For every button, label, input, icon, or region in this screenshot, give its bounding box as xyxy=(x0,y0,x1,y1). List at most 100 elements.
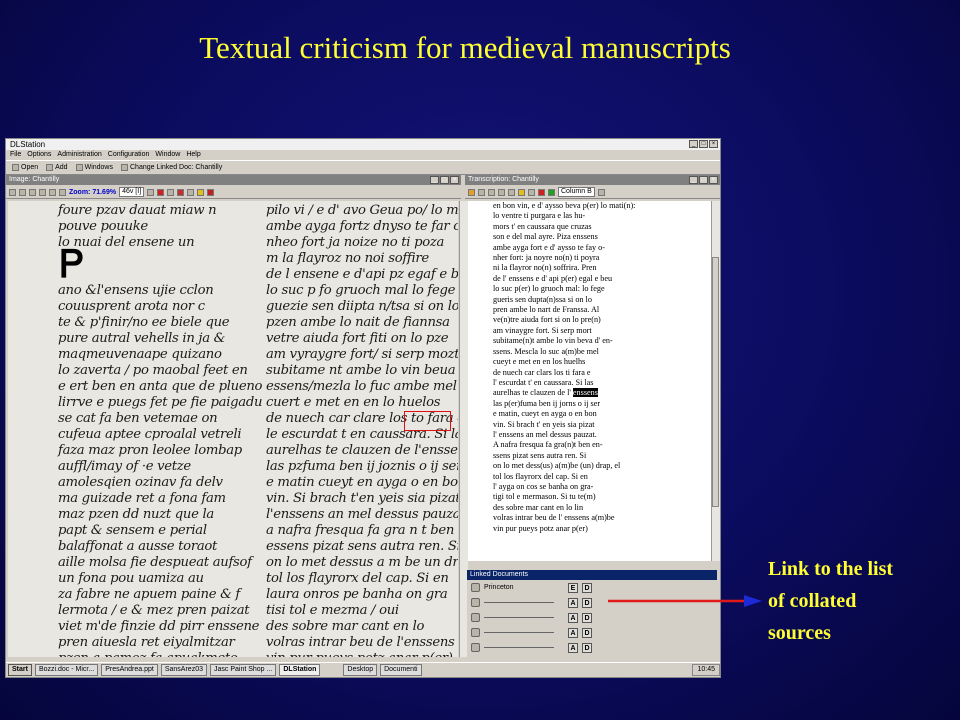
pencil-icon[interactable] xyxy=(538,188,545,196)
transcription-toolbar: Column B xyxy=(465,186,720,199)
color-icon[interactable] xyxy=(207,188,215,196)
change-linked-doc-button[interactable]: Change Linked Doc: Chantilly xyxy=(121,161,222,174)
select-t-icon[interactable] xyxy=(528,188,535,196)
save-icon[interactable] xyxy=(167,188,175,196)
menu-configuration[interactable]: Configuration xyxy=(108,150,150,160)
linked-document-name xyxy=(484,617,564,618)
word-highlight-box[interactable] xyxy=(404,411,451,431)
add-button[interactable]: A xyxy=(568,642,578,653)
details-button[interactable]: D xyxy=(582,642,592,653)
add-button[interactable]: A xyxy=(568,627,578,638)
text-icon[interactable] xyxy=(518,188,525,196)
add-button[interactable]: Add xyxy=(46,161,68,174)
task-bozzi[interactable]: Bozzi.doc - Micr... xyxy=(34,664,99,676)
transcription-line: e matin, cueyt en ayga o en bon xyxy=(493,409,597,419)
transcription-text[interactable]: en bon vin, e d' aysso beva p(er) lo mat… xyxy=(467,201,711,561)
details-button[interactable]: D xyxy=(582,612,592,623)
fit-icon[interactable] xyxy=(49,188,56,196)
transcription-scrollbar[interactable] xyxy=(711,201,720,561)
open-button[interactable]: Open xyxy=(12,161,38,174)
manuscript-col1-line: aille molsa fie despueat aufsof xyxy=(58,555,252,570)
back-icon[interactable] xyxy=(478,188,485,196)
chevron-down-icon[interactable] xyxy=(597,188,605,196)
manuscript-col1-line: maz pzen dd nuzt que la xyxy=(58,507,214,522)
document-icon[interactable] xyxy=(471,643,480,652)
start-button[interactable]: Start xyxy=(8,664,32,676)
details-button[interactable]: D xyxy=(582,627,592,638)
minimize-icon[interactable]: _ xyxy=(689,140,698,148)
desktop-toolbar[interactable]: Desktop xyxy=(343,664,378,676)
transcription-line: de nuech car clars los ti fara e xyxy=(493,367,591,377)
manuscript-col2-line: essens/mezla lo fuc ambe mel xyxy=(266,379,457,394)
windows-icon xyxy=(75,164,83,171)
marker-icon[interactable] xyxy=(548,188,555,196)
transcription-minimize-icon[interactable]: _ xyxy=(689,176,698,184)
manuscript-image[interactable]: foure pzav dauat miaw n pouve pouuke lo nu… xyxy=(8,201,458,657)
manuscript-col1-line: amolesqien ozinav fa delv xyxy=(58,475,223,490)
transcription-line: mors t' en caussara que cruzas xyxy=(493,221,592,231)
zoom-in-icon[interactable] xyxy=(19,188,26,196)
transcription-line: aurelhas te clauzen de l' enssens xyxy=(493,388,598,398)
task-dlstation[interactable]: DLStation xyxy=(279,664,321,676)
page-select[interactable]: 46v [I] xyxy=(119,187,145,197)
document-icon[interactable] xyxy=(471,598,480,607)
zoom-out-t-icon[interactable] xyxy=(498,188,505,196)
maximize-icon[interactable]: □ xyxy=(699,140,708,148)
select-icon[interactable] xyxy=(59,188,66,196)
manuscript-col1-line: foure pzav dauat miaw n xyxy=(58,203,217,218)
linked-document-row[interactable]: AD xyxy=(467,640,717,655)
grid-icon[interactable] xyxy=(187,188,195,196)
manuscript-col2-line: l'enssens an mel dessus pauzat xyxy=(266,507,458,522)
edit-button[interactable]: E xyxy=(568,582,578,593)
document-icon[interactable] xyxy=(471,583,480,592)
image-minimize-icon[interactable]: _ xyxy=(430,176,439,184)
close-icon[interactable]: × xyxy=(709,140,718,148)
menu-administration[interactable]: Administration xyxy=(57,150,101,160)
manuscript-col1-line xyxy=(58,251,262,267)
callout-line-1: Link to the list xyxy=(768,558,894,580)
open-file-icon[interactable] xyxy=(468,188,475,196)
transcription-maximize-icon[interactable]: □ xyxy=(699,176,708,184)
linked-document-name: Princeton xyxy=(484,584,514,591)
transcription-line: pren ambe lo nart de Franssa. Al xyxy=(493,305,600,315)
zoom-in-t-icon[interactable] xyxy=(488,188,495,196)
windows-button[interactable]: Windows xyxy=(75,161,113,174)
task-sansarez[interactable]: SansArez03 xyxy=(160,664,207,676)
documents-toolbar[interactable]: Documenti xyxy=(380,664,422,676)
rotate-icon[interactable] xyxy=(39,188,46,196)
add-icon xyxy=(46,164,54,171)
transcription-line: A nafra fresqua fa gra(n)t ben en- xyxy=(493,440,603,450)
app-title-bar: DLStation _ □ × xyxy=(6,139,720,150)
bookmark-icon[interactable] xyxy=(177,188,185,196)
menu-options[interactable]: Options xyxy=(27,150,51,160)
menu-window[interactable]: Window xyxy=(155,150,180,160)
linked-document-row[interactable]: AD xyxy=(467,625,717,640)
add-button[interactable]: A xyxy=(568,612,578,623)
manuscript-col2-line: las pzfuma ben ij joznis o ij ser xyxy=(266,459,458,474)
details-button[interactable]: D xyxy=(582,582,592,593)
details-button[interactable]: D xyxy=(582,597,592,608)
first-page-icon[interactable] xyxy=(9,188,16,196)
add-button[interactable]: A xyxy=(568,597,578,608)
highlighted-word[interactable]: enssens xyxy=(572,388,598,398)
manuscript-col1-line: couusprent arota nor c xyxy=(58,299,205,314)
manuscript-col2-line: on lo met dessus a m be un drap xyxy=(266,555,458,570)
prev-page-icon[interactable] xyxy=(147,188,155,196)
menu-help[interactable]: Help xyxy=(186,150,200,160)
zoom-out-icon[interactable] xyxy=(29,188,36,196)
next-page-icon[interactable] xyxy=(157,188,165,196)
document-icon[interactable] xyxy=(471,628,480,637)
image-close-icon[interactable]: × xyxy=(450,176,459,184)
image-maximize-icon[interactable]: □ xyxy=(440,176,449,184)
column-select[interactable]: Column B xyxy=(558,187,595,197)
manuscript-col2-line: laura onros pe banha on gra xyxy=(266,587,448,602)
task-presandrea[interactable]: PresAndrea.ppt xyxy=(101,664,158,676)
scroll-thumb[interactable] xyxy=(712,257,719,507)
document-icon[interactable] xyxy=(471,613,480,622)
task-paintshop[interactable]: Jasc Paint Shop ... xyxy=(209,664,277,676)
manuscript-col2-line: vin. Si brach t'en yeis sia pizat xyxy=(266,491,458,506)
pen-icon[interactable] xyxy=(197,188,205,196)
transcription-close-icon[interactable]: × xyxy=(709,176,718,184)
menu-file[interactable]: File xyxy=(10,150,21,160)
refresh-icon[interactable] xyxy=(508,188,515,196)
